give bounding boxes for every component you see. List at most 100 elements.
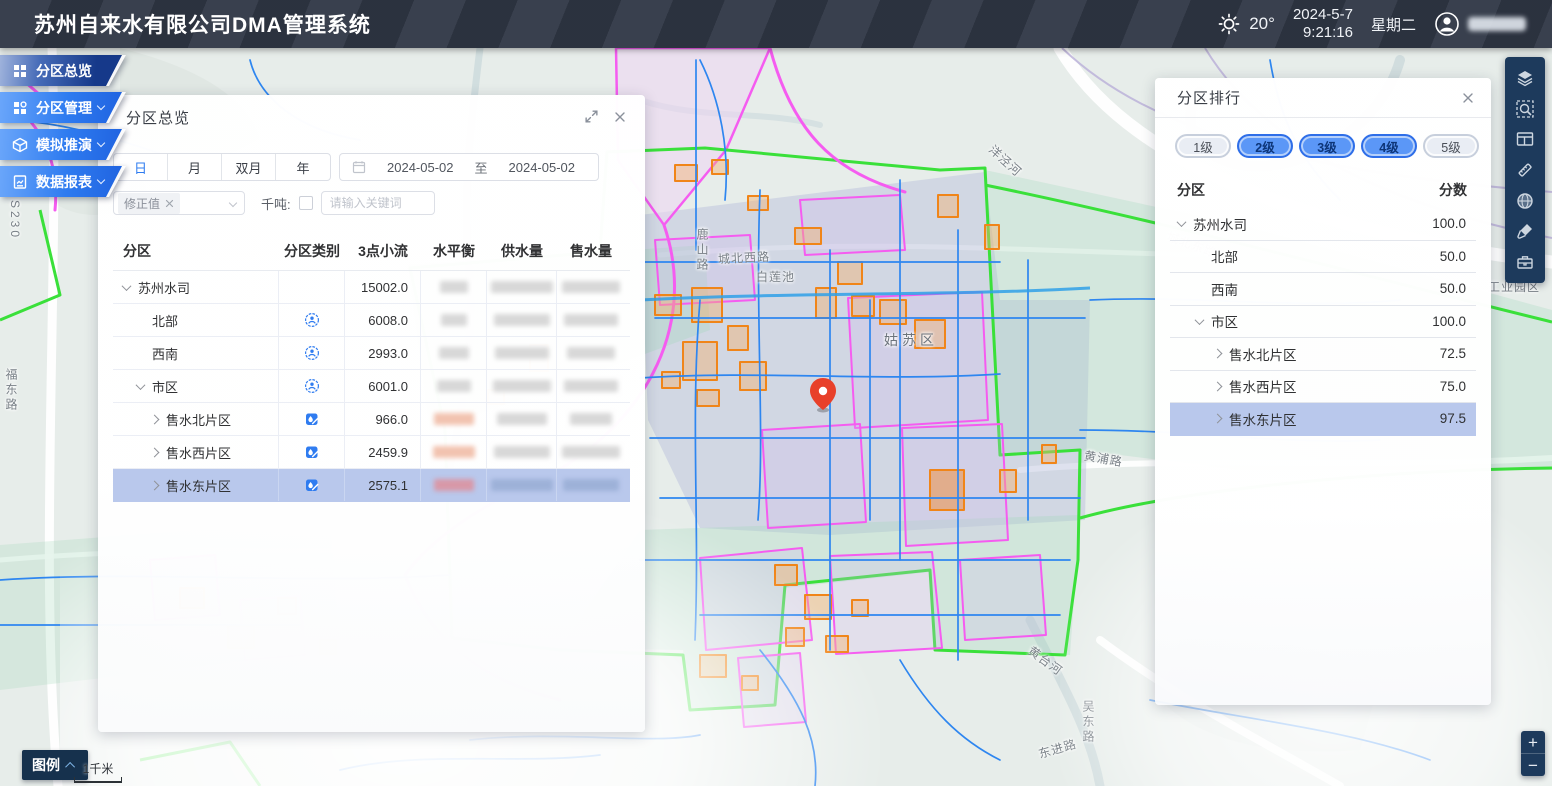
column-night-flow: 3点小流 [345, 231, 421, 270]
expand-icon[interactable] [584, 109, 599, 124]
chevron-right-icon[interactable] [150, 480, 160, 490]
overview-table-row[interactable]: 北部6008.0 [113, 304, 630, 337]
time-text: 9:21:16 [1293, 24, 1353, 42]
zone-name: 市区 [152, 377, 178, 396]
overview-table-row[interactable]: 西南2993.0 [113, 337, 630, 370]
close-icon[interactable] [613, 110, 627, 124]
ranking-row[interactable]: 苏州水司100.0 [1170, 208, 1476, 241]
sidebar-item-label: 分区总览 [36, 61, 92, 81]
weekday-text: 星期二 [1371, 14, 1416, 35]
ruler-icon[interactable] [1511, 157, 1539, 183]
redacted-value [497, 413, 547, 425]
column-score: 分数 [1439, 180, 1467, 200]
map-toolbar [1505, 57, 1545, 283]
redacted-value [570, 413, 612, 425]
level-3-button[interactable]: 3级 [1299, 134, 1355, 158]
map-scale: 1千米 [74, 760, 122, 783]
zone-type-cell [279, 271, 345, 303]
unit-checkbox[interactable] [299, 196, 313, 210]
redacted-value [564, 380, 618, 392]
redacted-value [491, 479, 553, 491]
redacted-value [440, 281, 468, 293]
zoom-select-icon[interactable] [1511, 96, 1539, 122]
flow-value: 2575.1 [368, 478, 408, 493]
sidebar-item-data-reports[interactable]: 数据报表 [0, 166, 126, 197]
brush-icon[interactable] [1511, 218, 1539, 244]
grid-gear-icon [12, 100, 28, 116]
zoom-out-button[interactable]: − [1521, 754, 1545, 776]
date-to[interactable]: 2024-05-02 [498, 160, 587, 175]
ranking-row[interactable]: 北部50.0 [1170, 241, 1476, 274]
overview-table-row[interactable]: 售水东片区2575.1 [113, 469, 630, 502]
sidebar-item-zone-management[interactable]: 分区管理 [0, 92, 126, 123]
redacted-value [563, 479, 619, 491]
metric-select[interactable]: 修正值 [113, 191, 245, 215]
level-4-button[interactable]: 4级 [1361, 134, 1417, 158]
chevron-right-icon[interactable] [150, 447, 160, 457]
zoom-in-button[interactable]: + [1521, 731, 1545, 754]
zone-name: 西南 [1211, 279, 1440, 299]
redacted-value [494, 446, 550, 458]
overview-table-row[interactable]: 售水西片区2459.9 [113, 436, 630, 469]
ranking-table-header: 分区 分数 [1177, 180, 1467, 200]
ranking-row[interactable]: 售水北片区72.5 [1170, 338, 1476, 371]
zone-type-cell [279, 469, 345, 501]
layers-icon[interactable] [1511, 65, 1539, 91]
sidebar-item-zone-overview[interactable]: 分区总览 [0, 55, 126, 86]
overview-table-row[interactable]: 苏州水司 15002.0 [113, 271, 630, 304]
ranking-row[interactable]: 市区100.0 [1170, 306, 1476, 339]
column-supply: 供水量 [487, 231, 557, 270]
date-from[interactable]: 2024-05-02 [376, 160, 465, 175]
level-1-button[interactable]: 1级 [1175, 134, 1231, 158]
user-menu[interactable] [1434, 11, 1526, 37]
level-5-button[interactable]: 5级 [1423, 134, 1479, 158]
filter-controls: 日 月 双月 年 2024-05-02 至 2024-05-02 [98, 139, 645, 181]
chevron-right-icon[interactable] [1213, 349, 1223, 359]
header-right: 20° 2024-5-7 9:21:16 星期二 [1217, 6, 1552, 42]
ranking-row[interactable]: 西南50.0 [1170, 273, 1476, 306]
flow-value: 6001.0 [368, 379, 408, 394]
score-value: 100.0 [1432, 216, 1476, 231]
column-zone: 分区 [113, 231, 279, 270]
chevron-right-icon[interactable] [1213, 381, 1223, 391]
chevron-down-icon[interactable] [1195, 315, 1205, 325]
column-zone: 分区 [1177, 180, 1205, 200]
zone-name: 售水北片区 [1229, 344, 1440, 364]
flow-value: 15002.0 [361, 280, 408, 295]
chevron-down-icon[interactable] [1177, 217, 1187, 227]
zone-name: 售水西片区 [1229, 376, 1440, 396]
overview-table-row[interactable]: 市区 6001.0 [113, 370, 630, 403]
drop-edit-zone-icon [304, 477, 320, 493]
cube-icon [12, 137, 28, 153]
globe-icon[interactable] [1511, 188, 1539, 214]
ranking-row[interactable]: 售水西片区75.0 [1170, 371, 1476, 404]
toolbox-icon[interactable] [1511, 249, 1539, 275]
banner-body: 数据报表 [0, 166, 122, 197]
ranking-row[interactable]: 售水东片区97.5 [1170, 403, 1476, 436]
zone-name: 苏州水司 [138, 278, 190, 297]
search-input[interactable] [321, 191, 435, 215]
chevron-right-icon[interactable] [150, 414, 160, 424]
banner-body: 模拟推演 [0, 129, 122, 160]
level-2-button[interactable]: 2级 [1237, 134, 1293, 158]
sidebar-item-simulation[interactable]: 模拟推演 [0, 129, 126, 160]
banner-body: 分区管理 [0, 92, 122, 123]
chevron-down-icon[interactable] [136, 380, 146, 390]
weather-widget: 20° [1217, 12, 1275, 36]
overview-table-row[interactable]: 售水北片区966.0 [113, 403, 630, 436]
date-range-picker[interactable]: 2024-05-02 至 2024-05-02 [339, 153, 599, 181]
zone-name: 苏州水司 [1193, 214, 1432, 234]
tab-bimonth[interactable]: 双月 [222, 154, 276, 180]
tab-month[interactable]: 月 [168, 154, 222, 180]
chevron-right-icon[interactable] [1213, 414, 1223, 424]
chevron-down-icon[interactable] [122, 281, 132, 291]
app-title: 苏州自来水有限公司DMA管理系统 [0, 9, 371, 39]
filter-controls-2: 修正值 千吨: [98, 181, 645, 215]
temperature-text: 20° [1249, 14, 1275, 34]
close-icon[interactable] [1461, 91, 1475, 105]
tag-remove-icon[interactable] [165, 199, 174, 208]
tab-year[interactable]: 年 [276, 154, 330, 180]
split-window-icon[interactable] [1511, 126, 1539, 152]
zone-type-cell [279, 304, 345, 336]
score-value: 50.0 [1440, 249, 1476, 264]
